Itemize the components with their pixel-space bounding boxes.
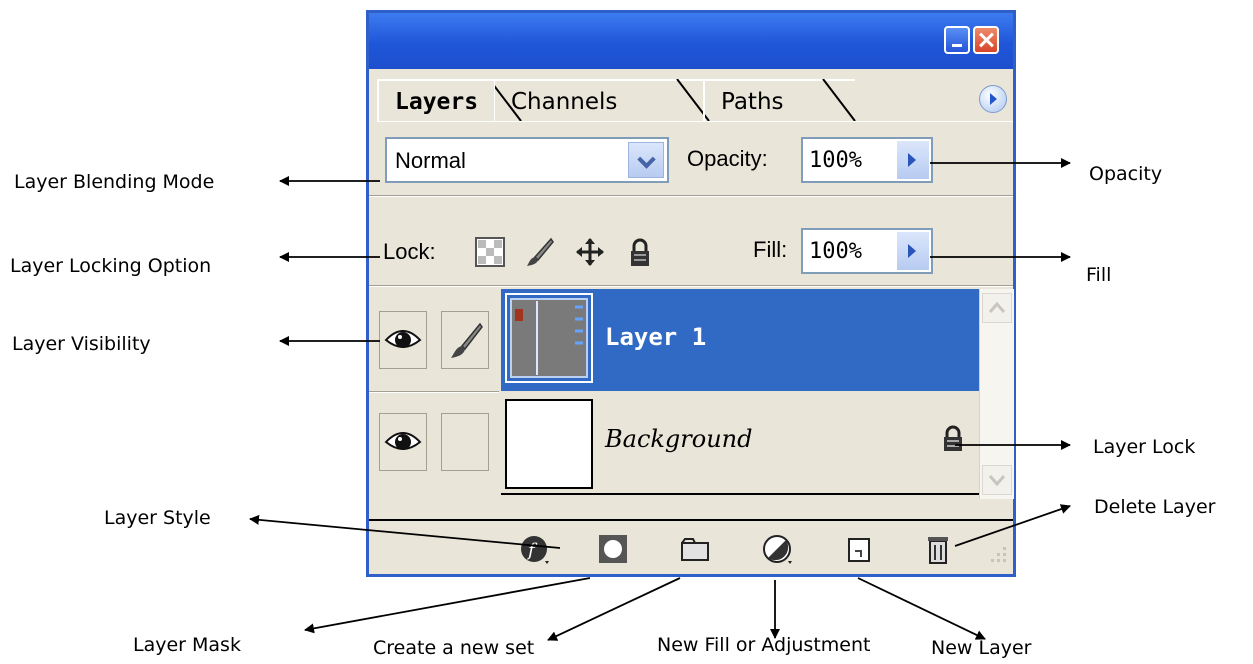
lock-position-move-icon[interactable]	[575, 237, 605, 267]
layer-row-layer-1[interactable]: Layer 1	[501, 289, 979, 391]
scroll-up-button[interactable]	[982, 293, 1012, 323]
annotation-fill: Fill	[1086, 264, 1112, 286]
background-layer-name: Background	[605, 425, 753, 453]
annotation-layer-visibility: Layer Visibility	[12, 333, 151, 355]
layer-style-icon[interactable]: f	[519, 533, 551, 565]
eye-icon	[384, 432, 422, 450]
annotation-layer-locking-option: Layer Locking Option	[10, 255, 212, 277]
fill-slider-button[interactable]	[897, 232, 929, 270]
divider	[369, 285, 1013, 287]
annotation-new-layer: New Layer	[931, 637, 1032, 659]
lock-label: Lock:	[383, 239, 436, 264]
annotation-layer-mask: Layer Mask	[133, 634, 241, 656]
resize-grip-icon[interactable]	[987, 543, 1009, 565]
annotation-new-fill-or-adjustment: New Fill or Adjustment	[657, 634, 871, 656]
opacity-field[interactable]: 100%	[801, 137, 933, 183]
brush-icon	[451, 322, 483, 358]
annotation-create-new-set: Create a new set	[373, 637, 535, 659]
padlock-icon	[944, 425, 962, 451]
opacity-value: 100%	[809, 148, 862, 173]
fill-label: Fill:	[753, 237, 788, 262]
lock-pixels-brush-icon[interactable]	[525, 237, 555, 267]
layers-bottom-toolbar: f	[369, 519, 1013, 575]
layer-mask-icon[interactable]	[597, 533, 629, 565]
blend-mode-select[interactable]: Normal	[385, 137, 669, 183]
opacity-slider-button[interactable]	[897, 141, 929, 179]
fill-field[interactable]: 100%	[801, 228, 933, 274]
background-visibility-toggle[interactable]	[379, 413, 427, 471]
annotation-layer-blending-mode: Layer Blending Mode	[14, 171, 215, 193]
opacity-label: Opacity:	[687, 146, 768, 171]
layers-list: Layer 1 Background	[369, 289, 1014, 509]
lock-all-padlock-icon[interactable]	[625, 237, 655, 267]
layer-visibility-column	[369, 289, 499, 499]
chevron-down-icon[interactable]	[628, 142, 664, 178]
layers-scrollbar[interactable]	[979, 289, 1014, 499]
eye-icon	[384, 330, 422, 348]
tab-row: Layers Channels Paths	[369, 69, 1013, 122]
close-button[interactable]	[973, 26, 999, 54]
palette-menu-button[interactable]	[979, 85, 1007, 113]
layer-1-visibility-toggle[interactable]	[379, 311, 427, 369]
annotation-layer-lock: Layer Lock	[1093, 436, 1196, 458]
blend-mode-value: Normal	[395, 148, 466, 173]
layer-1-link-toggle[interactable]	[441, 311, 489, 369]
lock-transparency-icon[interactable]	[475, 237, 505, 267]
background-link-toggle[interactable]	[441, 413, 489, 471]
layers-palette-window: Layers Channels Paths Normal Opacity: 10…	[366, 10, 1016, 577]
folder-icon[interactable]	[679, 533, 711, 565]
tab-layers[interactable]: Layers	[377, 79, 494, 121]
annotation-delete-layer: Delete Layer	[1094, 496, 1216, 518]
annotation-opacity: Opacity	[1089, 163, 1163, 185]
divider	[369, 195, 1013, 197]
scroll-down-button[interactable]	[982, 465, 1012, 495]
layer-1-name: Layer 1	[605, 323, 707, 351]
fill-value: 100%	[809, 239, 862, 264]
adjustment-layer-icon[interactable]	[762, 533, 794, 565]
trash-icon[interactable]	[922, 533, 954, 565]
annotation-layer-style: Layer Style	[104, 507, 211, 529]
layer-row-background[interactable]: Background	[501, 391, 979, 495]
tab-channels[interactable]: Channels	[493, 79, 703, 121]
layer-1-thumbnail	[505, 293, 593, 383]
background-thumbnail	[505, 399, 593, 489]
title-bar[interactable]	[369, 13, 1013, 69]
minimize-button[interactable]	[944, 26, 970, 54]
new-layer-icon[interactable]	[843, 533, 875, 565]
